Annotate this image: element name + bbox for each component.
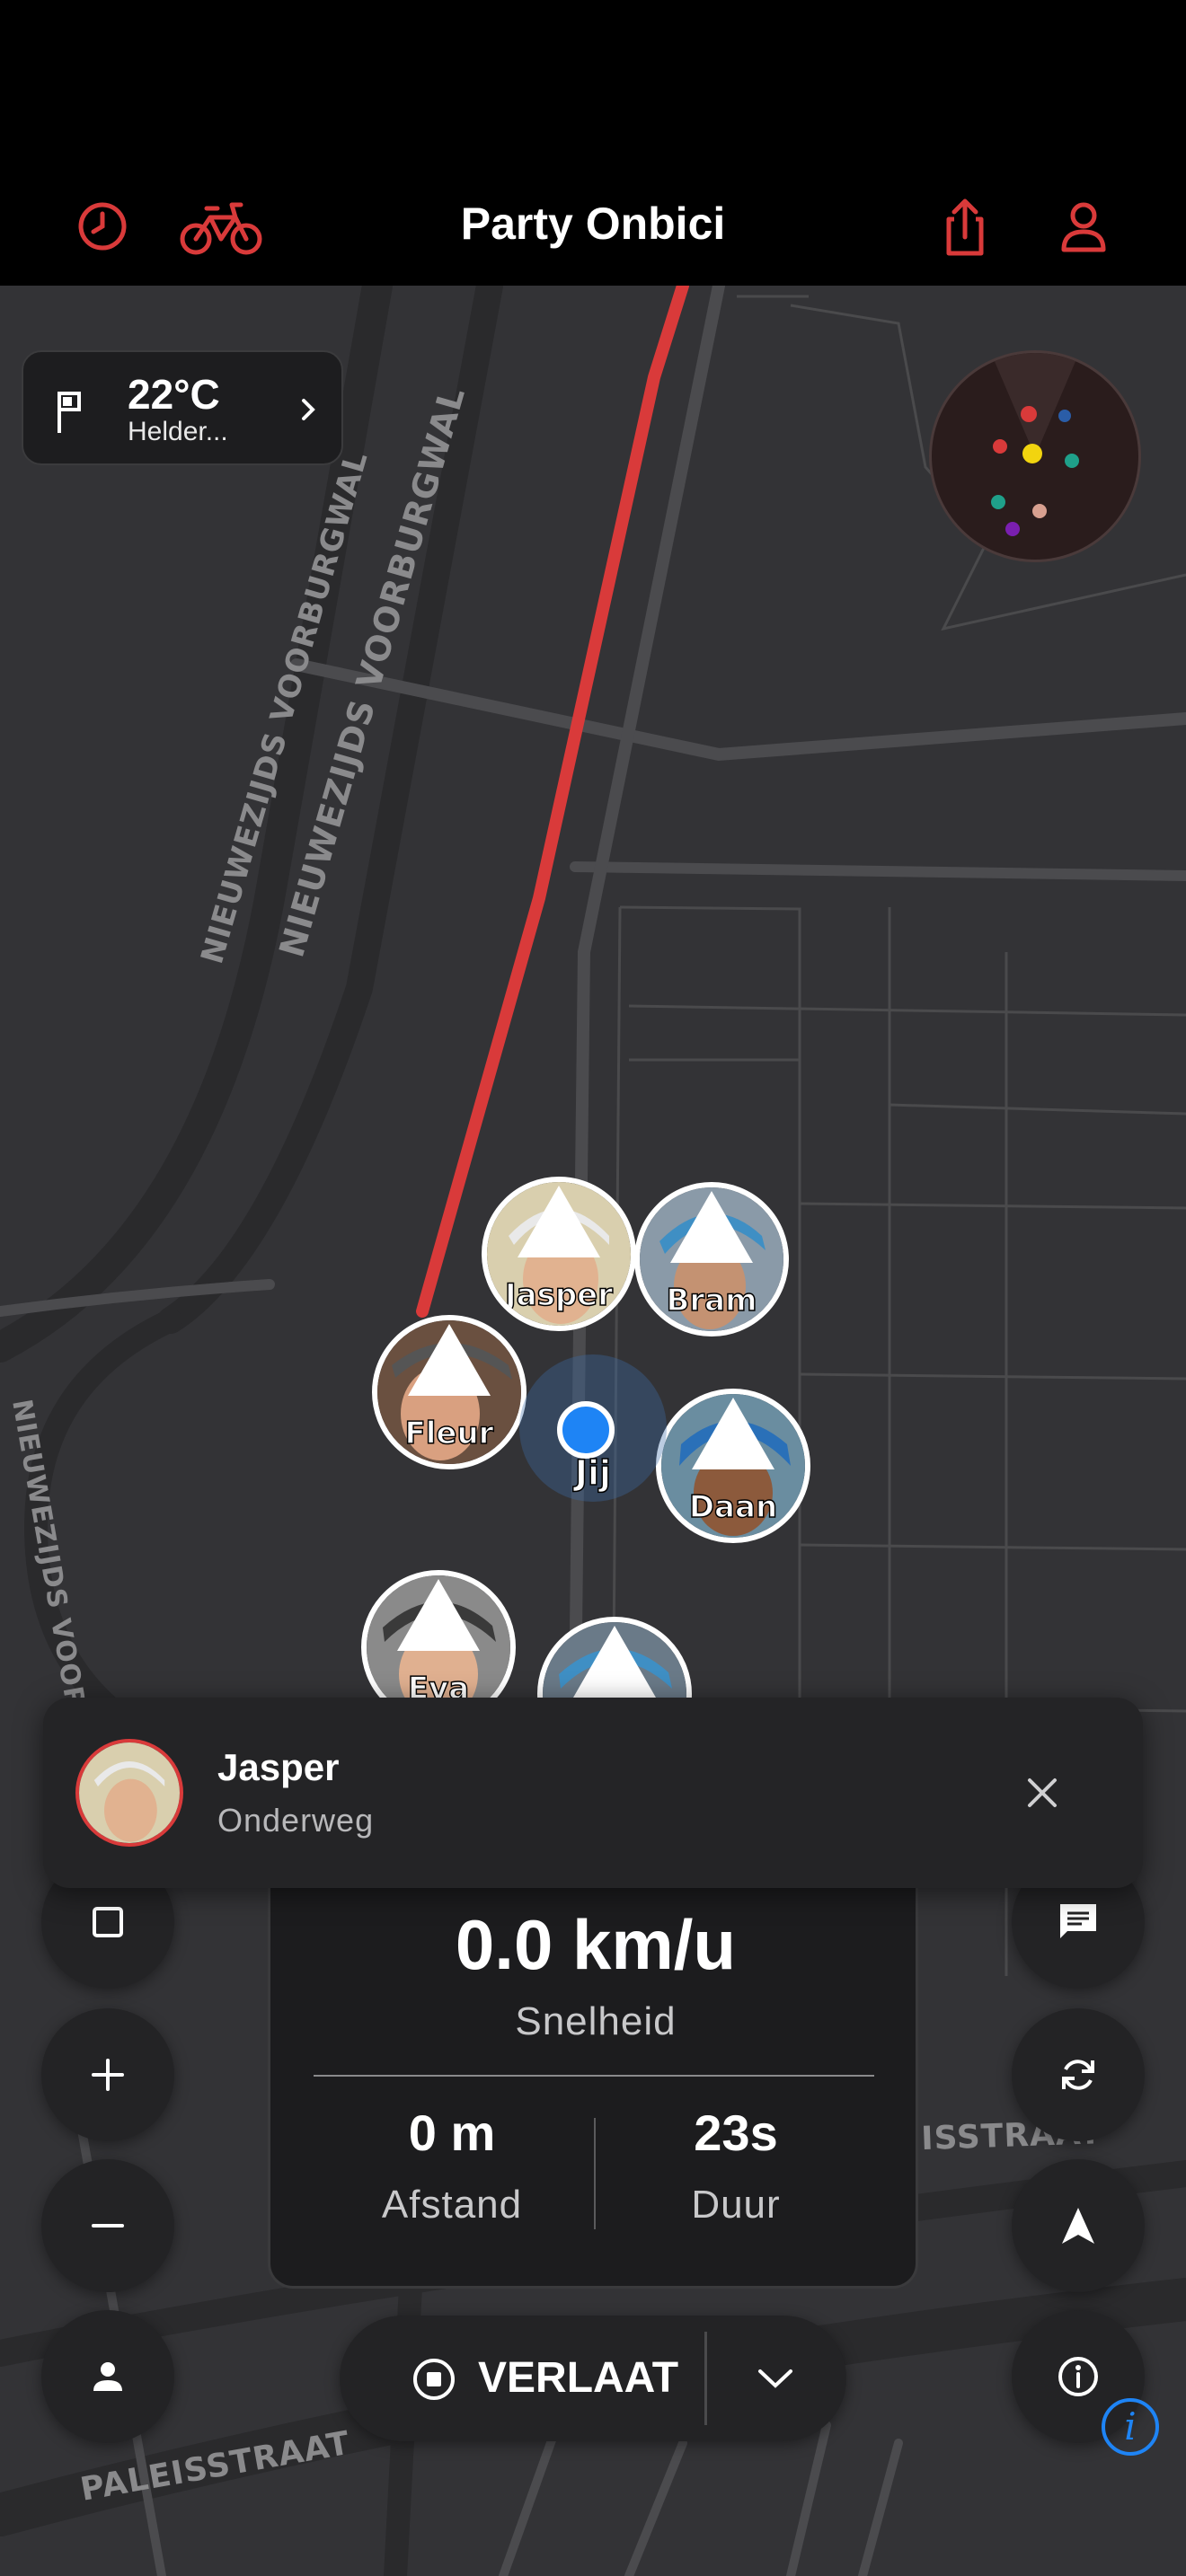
person-icon <box>93 2362 122 2391</box>
profile-icon[interactable] <box>1048 190 1120 262</box>
rotate-button[interactable] <box>1012 2008 1145 2141</box>
rider-photo <box>79 1742 180 1843</box>
weather-temperature: 22°C <box>128 371 220 418</box>
rider-name: Fleur <box>404 1415 494 1452</box>
rider-avatar-daan[interactable]: Daan <box>656 1389 810 1543</box>
rotate-icon <box>1062 2060 1094 2090</box>
rider-name: Bram <box>666 1282 758 1319</box>
rider-avatar-bram[interactable]: Bram <box>634 1182 789 1337</box>
divider <box>314 2075 874 2077</box>
rider-radar[interactable] <box>929 350 1141 562</box>
top-bar: Party Onbici <box>0 0 1186 286</box>
distance-value: 0 m <box>408 2104 496 2161</box>
square-icon <box>93 1907 123 1937</box>
rider-avatar-jasper[interactable]: Jasper <box>482 1177 636 1331</box>
rider-avatar-fleur[interactable]: Fleur <box>372 1315 527 1469</box>
rider-popup[interactable]: Jasper Onderweg <box>43 1698 1143 1888</box>
stop-icon <box>413 2359 455 2400</box>
duration-value: 23s <box>694 2104 778 2161</box>
duration-label: Duur <box>691 2183 781 2227</box>
rider-name: Jasper <box>504 1276 614 1314</box>
ride-stats-panel: 0.0 km/u Snelheid 0 m Afstand 23s Duur <box>268 1888 918 2289</box>
chevron-right-icon <box>302 399 315 420</box>
self-location-dot[interactable] <box>557 1401 615 1459</box>
share-icon[interactable] <box>929 190 1001 262</box>
speed-label: Snelheid <box>515 1999 677 2043</box>
weather-widget[interactable]: 22°C Helder... <box>22 350 343 465</box>
popup-avatar <box>75 1739 183 1847</box>
minus-icon <box>92 2224 124 2228</box>
speed-value: 0.0 km/u <box>455 1905 737 1984</box>
leave-button[interactable]: VERLAAT <box>340 2316 846 2441</box>
zoom-in-button[interactable] <box>41 2008 174 2141</box>
person-button[interactable] <box>41 2310 174 2443</box>
weather-condition: Helder... <box>128 417 228 446</box>
distance-label: Afstand <box>381 2183 523 2227</box>
popup-rider-name: Jasper <box>217 1746 340 1788</box>
navigate-button[interactable] <box>1012 2159 1145 2292</box>
plus-icon <box>92 2059 124 2091</box>
zoom-out-button[interactable] <box>41 2159 174 2292</box>
app-title: Party Onbici <box>460 198 726 249</box>
self-location-label: Jij <box>574 1452 612 1494</box>
close-icon[interactable] <box>1022 1773 1062 1813</box>
info-icon <box>1058 2357 1098 2396</box>
chevron-down-icon[interactable] <box>755 2364 796 2393</box>
navigate-icon <box>1062 2208 1094 2244</box>
leave-label: VERLAAT <box>478 2354 679 2402</box>
popup-rider-status: Onderweg <box>217 1802 375 1839</box>
map-attribution-icon[interactable]: i <box>1102 2398 1159 2456</box>
radar-icon <box>991 353 1079 536</box>
divider <box>594 2118 596 2229</box>
rider-name: Daan <box>688 1488 778 1526</box>
flag-icon <box>58 392 81 433</box>
chat-icon <box>1060 1904 1096 1938</box>
divider <box>704 2332 707 2425</box>
